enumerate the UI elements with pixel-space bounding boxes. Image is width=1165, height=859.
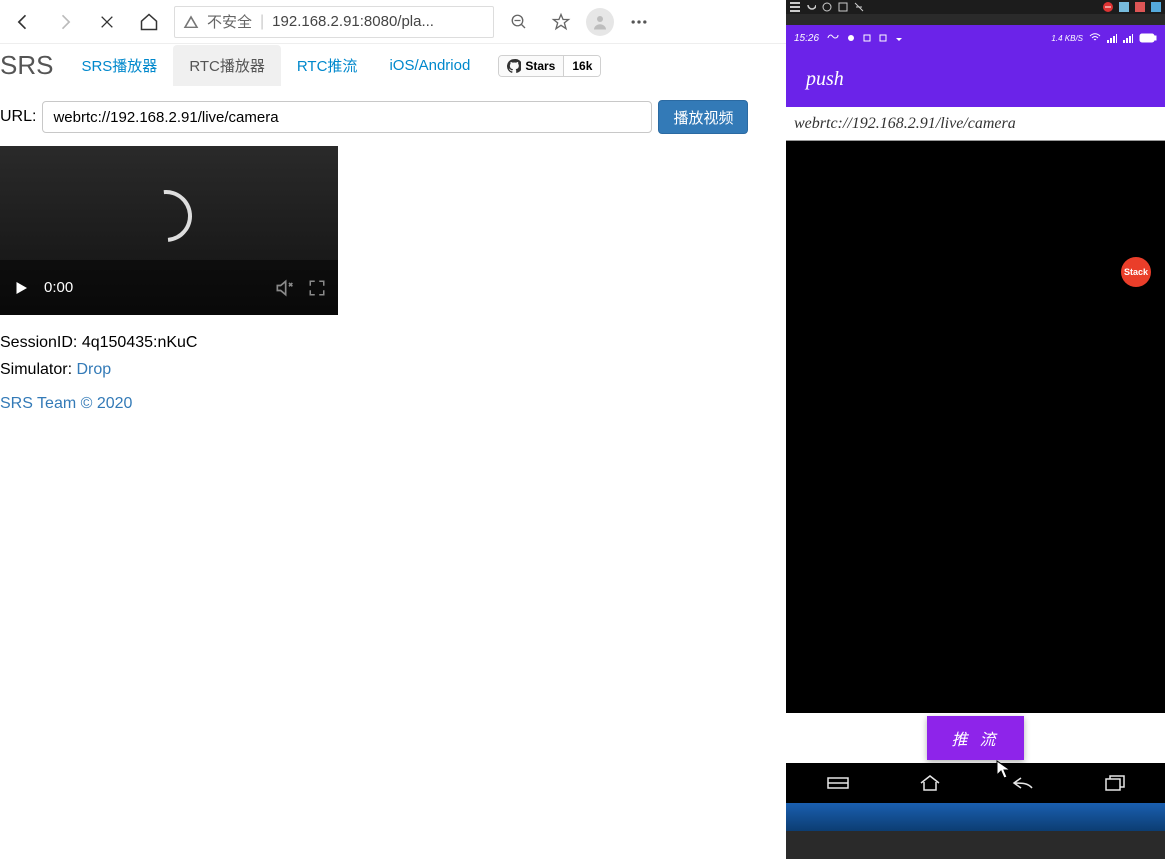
task-icon[interactable] xyxy=(838,2,848,12)
task-icon[interactable] xyxy=(1119,2,1129,12)
video-controls: 0:00 xyxy=(0,260,338,315)
task-icon[interactable] xyxy=(1135,2,1145,12)
home-button[interactable] xyxy=(132,5,166,39)
video-player[interactable]: 0:00 xyxy=(0,146,338,315)
phone-nav-bar xyxy=(786,763,1165,803)
menu-nav-icon[interactable] xyxy=(827,775,849,791)
task-icon[interactable] xyxy=(1103,2,1113,12)
url-label: URL: xyxy=(0,108,36,126)
tab-ios-android[interactable]: iOS/Andriod xyxy=(373,47,486,84)
stack-floating-button[interactable]: Stack xyxy=(1121,257,1151,287)
session-id-value: 4q150435:nKuC xyxy=(82,334,198,351)
forward-button[interactable] xyxy=(48,5,82,39)
favorites-button[interactable] xyxy=(544,5,578,39)
profile-avatar[interactable] xyxy=(586,8,614,36)
signal-icon xyxy=(1123,33,1133,43)
phone-screen: 15:26 1.4 KB/S push webrtc://192.168.2.9… xyxy=(786,25,1165,831)
box-icon xyxy=(879,34,887,42)
phone-status-bar: 15:26 1.4 KB/S xyxy=(786,25,1165,51)
task-icon[interactable] xyxy=(1151,2,1161,12)
infinity-icon xyxy=(827,34,839,42)
stack-label: Stack xyxy=(1124,267,1148,277)
tab-rtc-player[interactable]: RTC播放器 xyxy=(173,45,281,86)
battery-icon xyxy=(1139,33,1157,43)
url-input-row: URL: 播放视频 xyxy=(0,88,786,146)
more-menu-button[interactable] xyxy=(622,5,656,39)
box-icon xyxy=(863,34,871,42)
stars-count: 16k xyxy=(564,56,600,76)
dot-icon xyxy=(847,34,855,42)
phone-url-text: webrtc://192.168.2.91/live/camera xyxy=(794,115,1016,133)
tab-rtc-push[interactable]: RTC推流 xyxy=(281,45,374,86)
signal-icon xyxy=(1107,33,1117,43)
phone-url-field[interactable]: webrtc://192.168.2.91/live/camera xyxy=(786,107,1165,141)
play-video-button[interactable]: 播放视频 xyxy=(658,100,748,134)
session-info: SessionID: 4q150435:nKuC Simulator: Drop xyxy=(0,315,786,383)
brand-logo: SRS xyxy=(0,50,65,81)
zoom-out-button[interactable] xyxy=(502,5,536,39)
task-icon[interactable] xyxy=(806,2,816,12)
address-bar[interactable]: 不安全 | 192.168.2.91:8080/pla... xyxy=(174,6,494,38)
push-stream-button[interactable]: 推 流 xyxy=(927,716,1023,760)
security-label: 不安全 xyxy=(207,11,252,32)
home-nav-icon[interactable] xyxy=(919,774,941,792)
warning-icon xyxy=(183,14,199,30)
play-icon[interactable] xyxy=(12,279,30,297)
url-display: 192.168.2.91:8080/pla... xyxy=(272,13,434,30)
footer-link[interactable]: SRS Team © 2020 xyxy=(0,383,786,413)
task-icon[interactable] xyxy=(822,2,832,12)
wifi-icon xyxy=(1089,33,1101,43)
stars-label: Stars xyxy=(525,59,555,73)
app-title: push xyxy=(806,68,844,91)
simulator-label: Simulator: xyxy=(0,361,72,378)
tab-srs-player[interactable]: SRS播放器 xyxy=(65,45,173,86)
stream-url-input[interactable] xyxy=(42,101,652,133)
back-nav-icon[interactable] xyxy=(1011,776,1035,790)
recent-nav-icon[interactable] xyxy=(1105,775,1125,791)
simulator-drop-link[interactable]: Drop xyxy=(76,361,111,378)
down-icon xyxy=(895,34,903,42)
github-stars-badge[interactable]: Stars 16k xyxy=(498,55,601,77)
stop-button[interactable] xyxy=(90,5,124,39)
tab-bar: SRS SRS播放器 RTC播放器 RTC推流 iOS/Andriod Star… xyxy=(0,44,786,88)
loading-spinner xyxy=(129,179,202,252)
task-icon[interactable] xyxy=(854,2,864,12)
divider: | xyxy=(260,13,264,31)
app-title-bar: push xyxy=(786,51,1165,107)
phone-button-row: 推 流 xyxy=(786,713,1165,763)
phone-video-area: Stack xyxy=(786,141,1165,713)
phone-mirror-pane: 15:26 1.4 KB/S push webrtc://192.168.2.9… xyxy=(786,0,1165,859)
phone-status-time: 15:26 xyxy=(794,33,819,44)
back-button[interactable] xyxy=(6,5,40,39)
task-icon[interactable] xyxy=(790,2,800,12)
mirror-taskbar xyxy=(786,0,1165,14)
page-content: SRS SRS播放器 RTC播放器 RTC推流 iOS/Andriod Star… xyxy=(0,44,786,859)
github-icon xyxy=(507,59,521,73)
desktop-taskbar-strip xyxy=(786,803,1165,831)
mute-icon[interactable] xyxy=(274,278,294,298)
fullscreen-icon[interactable] xyxy=(308,279,326,297)
session-id-label: SessionID: xyxy=(0,334,77,351)
phone-speed: 1.4 KB/S xyxy=(1051,34,1083,43)
video-time: 0:00 xyxy=(44,279,73,296)
